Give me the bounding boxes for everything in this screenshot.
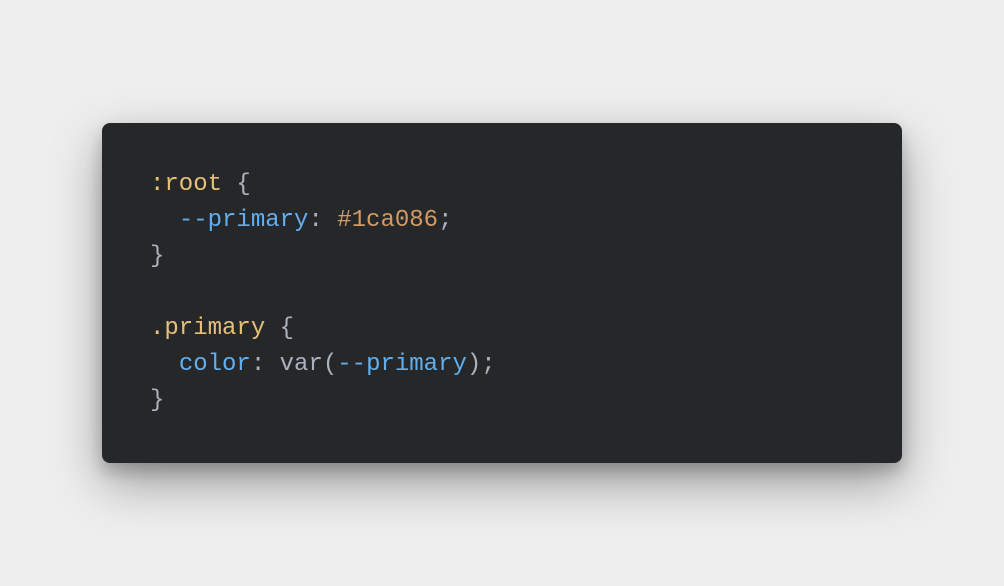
token-indent xyxy=(150,351,179,378)
token-brace-open: { xyxy=(236,171,250,198)
code-line-blank xyxy=(150,275,854,311)
token-brace-open: { xyxy=(280,315,294,342)
token-class-selector: .primary xyxy=(150,315,265,342)
token-colon: : xyxy=(251,351,265,378)
token-colon: : xyxy=(308,207,322,234)
code-line-3: } xyxy=(150,239,854,275)
token-paren-close: ) xyxy=(467,351,481,378)
token-function: var xyxy=(280,351,323,378)
token-indent xyxy=(150,207,179,234)
token-property: --primary xyxy=(179,207,309,234)
token-semicolon: ; xyxy=(481,351,495,378)
token-brace-close: } xyxy=(150,243,164,270)
token-pseudo-selector: :root xyxy=(150,171,222,198)
code-line-6: color: var(--primary); xyxy=(150,347,854,383)
token-space xyxy=(265,351,279,378)
code-line-7: } xyxy=(150,383,854,419)
token-space xyxy=(323,207,337,234)
code-block: :root { --primary: #1ca086; } .primary {… xyxy=(102,123,902,463)
code-line-5: .primary { xyxy=(150,311,854,347)
token-paren-open: ( xyxy=(323,351,337,378)
code-line-2: --primary: #1ca086; xyxy=(150,203,854,239)
token-value: #1ca086 xyxy=(337,207,438,234)
token-semicolon: ; xyxy=(438,207,452,234)
token-space xyxy=(222,171,236,198)
token-variable: --primary xyxy=(337,351,467,378)
code-line-1: :root { xyxy=(150,167,854,203)
token-space xyxy=(265,315,279,342)
token-brace-close: } xyxy=(150,387,164,414)
token-property: color xyxy=(179,351,251,378)
